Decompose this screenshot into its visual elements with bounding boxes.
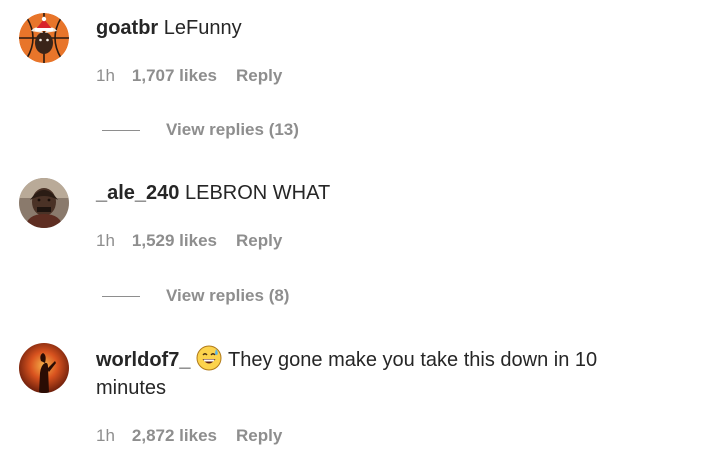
reply-button[interactable]: Reply <box>236 230 282 252</box>
replies-divider <box>102 295 140 297</box>
view-replies-button[interactable]: View replies (13) <box>102 119 299 141</box>
avatar[interactable] <box>19 178 69 228</box>
comment-meta: 1h 1,707 likes Reply <box>96 65 282 87</box>
comment-username[interactable]: goatbr <box>96 17 158 39</box>
comment-timestamp: 1h <box>96 66 115 85</box>
view-replies-button[interactable]: View replies (8) <box>102 285 289 307</box>
grinning-sweat-face-emoji-icon <box>196 345 222 371</box>
comment-username[interactable]: worldof7_ <box>96 349 190 371</box>
comment-timestamp: 1h <box>96 426 115 445</box>
comment-text: worldof7_ They gone make you take this d… <box>96 345 665 402</box>
comment-body: LeFunny <box>163 17 242 39</box>
avatar[interactable] <box>19 13 69 63</box>
comment-username[interactable]: _ale_240 <box>96 182 179 204</box>
comment-meta: 1h 2,872 likes Reply <box>96 425 282 447</box>
comment-likes[interactable]: 1,707 likes <box>132 65 217 87</box>
profile-photo-avatar-icon <box>19 178 69 228</box>
comment-body: LEBRON WHAT <box>184 182 331 204</box>
goat-basketball-avatar-icon <box>19 13 69 63</box>
comment-meta: 1h 1,529 likes Reply <box>96 230 282 252</box>
comment-text: _ale_240 LEBRON WHAT <box>96 179 665 207</box>
reply-button[interactable]: Reply <box>236 425 282 447</box>
avatar[interactable] <box>19 343 69 393</box>
comment-timestamp: 1h <box>96 231 115 250</box>
view-replies-label: View replies (13) <box>166 120 299 139</box>
sunset-silhouette-avatar-icon <box>19 343 69 393</box>
view-replies-label: View replies (8) <box>166 286 290 305</box>
comment-likes[interactable]: 1,529 likes <box>132 230 217 252</box>
comment-likes[interactable]: 2,872 likes <box>132 425 217 447</box>
comment-text: goatbr LeFunny <box>96 14 665 42</box>
reply-button[interactable]: Reply <box>236 65 282 87</box>
replies-divider <box>102 129 140 131</box>
